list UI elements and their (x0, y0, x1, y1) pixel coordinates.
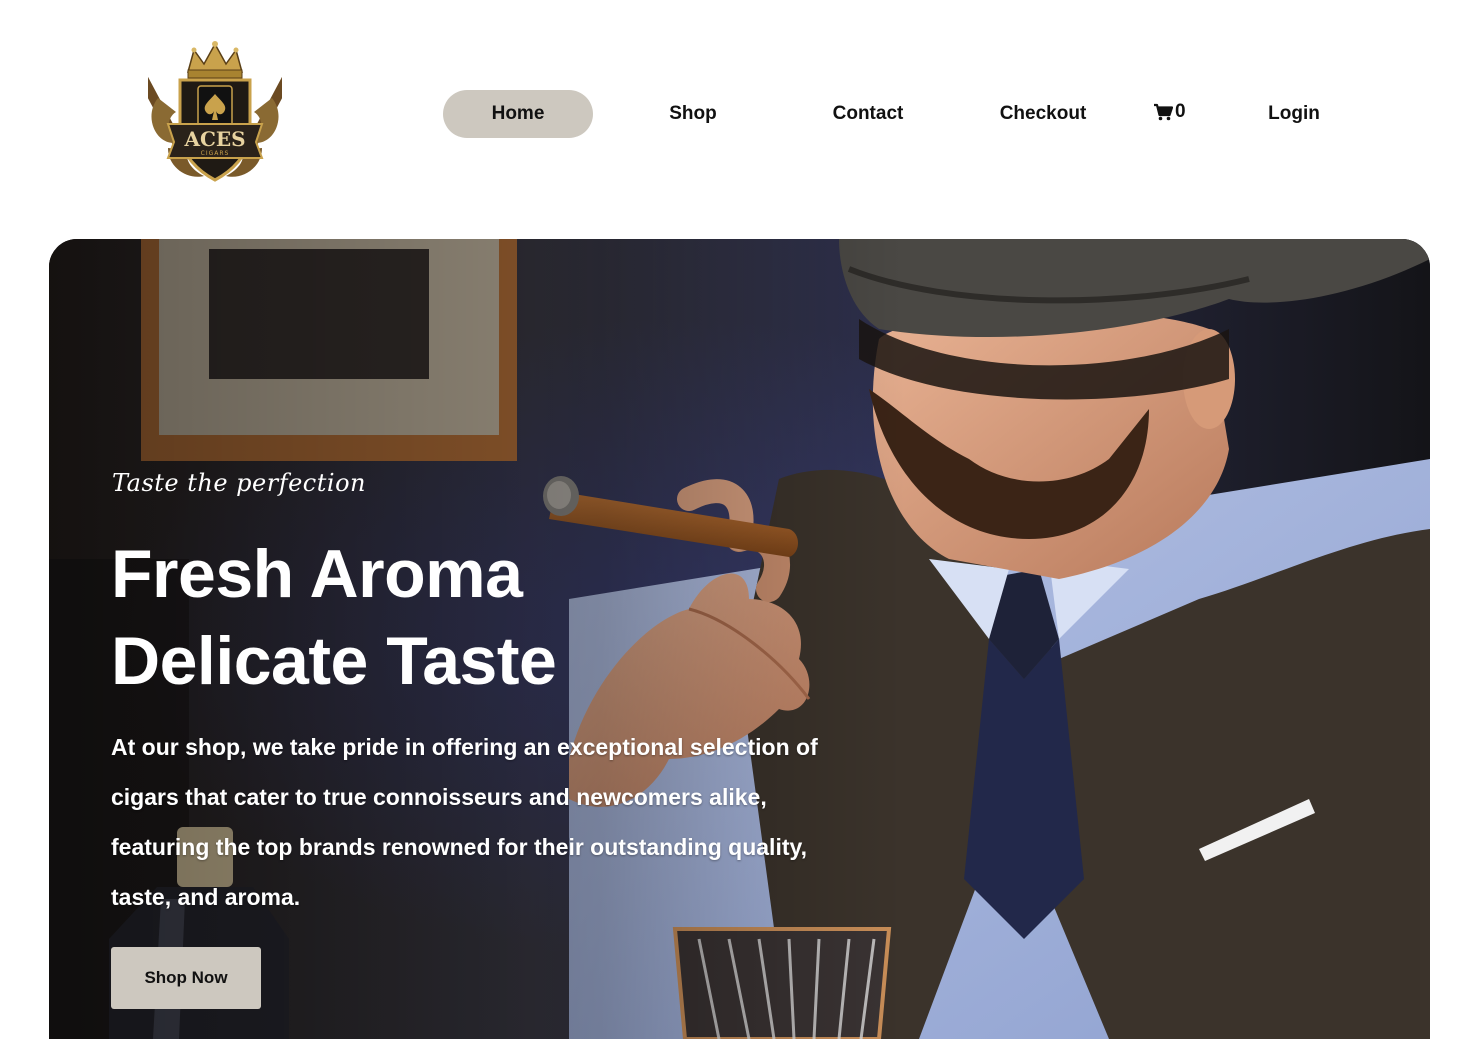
cart-button[interactable]: 0 (1153, 90, 1186, 134)
headline-line-2: Delicate Taste (111, 623, 557, 699)
hero-description: At our shop, we take pride in offering a… (111, 734, 818, 910)
hero-section: Taste the perfection Fresh Aroma Delicat… (49, 239, 1430, 1039)
hero-tagline: Taste the perfection (112, 469, 366, 497)
logo-subtext: CIGARS (201, 150, 230, 157)
logo-text: ACES (183, 127, 245, 151)
headline-line-1: Fresh Aroma (111, 536, 523, 612)
site-header: ACES CIGARS Home Shop Contact Checkout 0… (0, 0, 1476, 230)
cart-count: 0 (1175, 101, 1186, 122)
nav-shop[interactable]: Shop (633, 90, 753, 138)
nav-contact[interactable]: Contact (808, 90, 928, 138)
nav-login[interactable]: Login (1234, 90, 1354, 138)
hero-headline: Fresh Aroma Delicate Taste (111, 531, 557, 705)
shop-now-button[interactable]: Shop Now (111, 947, 261, 1009)
shopping-cart-icon (1154, 103, 1173, 121)
nav-checkout[interactable]: Checkout (983, 90, 1103, 138)
aces-cigars-logo[interactable]: ACES CIGARS (148, 38, 282, 190)
nav-home[interactable]: Home (443, 90, 593, 138)
